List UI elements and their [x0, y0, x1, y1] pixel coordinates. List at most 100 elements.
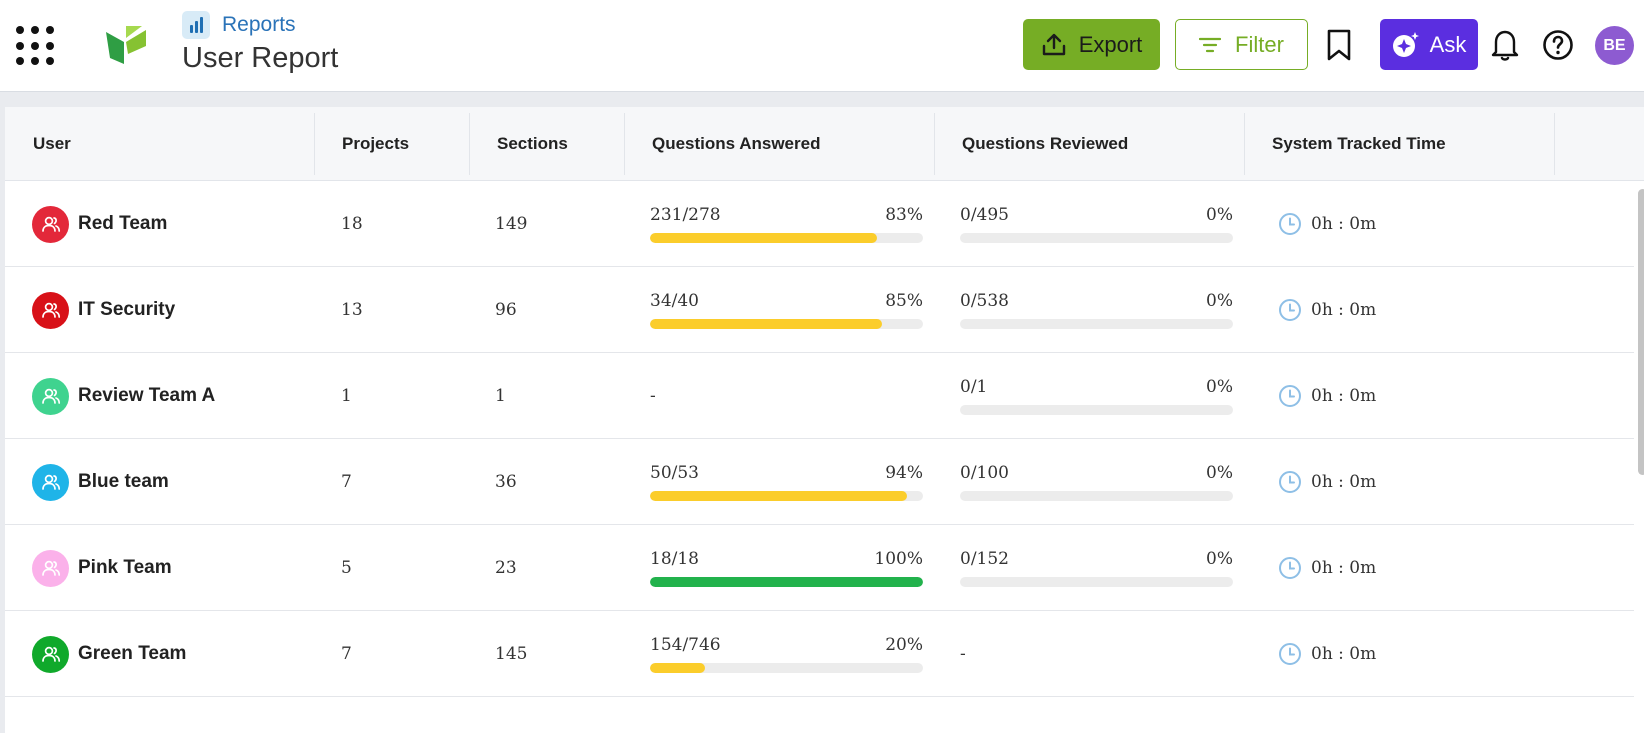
tracked-time-value: 0h : 0m [1311, 300, 1377, 320]
team-avatar [32, 635, 69, 673]
progress-percent: 0% [1206, 377, 1233, 397]
clock-icon [1279, 557, 1301, 579]
upload-icon [1042, 33, 1065, 55]
user-cell[interactable]: Red Team [32, 181, 167, 267]
user-name: Red Team [78, 213, 168, 234]
answered-progress: 231/278 83% [650, 181, 923, 267]
progress-bar-fill [650, 319, 883, 329]
table-row[interactable]: Pink Team 5 23 18/18 100% 0/152 0% 0h : 0m [5, 525, 1634, 611]
progress-bar [650, 319, 923, 329]
clock-icon [1279, 299, 1301, 321]
scrollbar-thumb[interactable] [1638, 189, 1644, 475]
answered-progress: 34/40 85% [650, 267, 923, 353]
tracked-time: 0h : 0m [1278, 611, 1376, 697]
team-avatar [32, 205, 69, 243]
user-name: Green Team [78, 643, 187, 664]
progress-bar [960, 491, 1233, 501]
users-icon [41, 388, 60, 404]
reviewed-progress: 0/538 0% [960, 267, 1233, 353]
sections-value: 1 [495, 386, 506, 406]
progress-bar [960, 577, 1233, 587]
table-row[interactable]: Review Team A 1 1 - 0/1 0% 0h : 0m [5, 353, 1634, 439]
column-header-questions-answered[interactable]: Questions Answered [624, 107, 934, 181]
table-row[interactable]: IT Security 13 96 34/40 85% 0/538 0% 0h : 0m [5, 267, 1634, 353]
progress-count: 0/152 [960, 549, 1009, 569]
bookmark-icon[interactable] [1325, 28, 1353, 62]
users-icon [41, 560, 60, 576]
vertical-scrollbar[interactable] [1636, 181, 1644, 733]
progress-count: 154/746 [650, 635, 721, 655]
table-row[interactable]: Green Team 7 145 154/746 20% - 0h : 0m [5, 611, 1634, 697]
clock-icon [1279, 643, 1301, 665]
reviewed-progress: 0/495 0% [960, 181, 1233, 267]
breadcrumb-reports[interactable]: Reports [222, 13, 296, 37]
user-cell[interactable]: Blue team [32, 439, 169, 525]
answered-progress: 50/53 94% [650, 439, 923, 525]
filter-button[interactable]: Filter [1175, 19, 1308, 70]
progress-percent: 94% [885, 463, 923, 483]
empty-value: - [960, 644, 966, 664]
progress-percent: 100% [874, 549, 923, 569]
team-avatar [32, 377, 69, 415]
progress-bar [650, 577, 923, 587]
user-cell[interactable]: Green Team [32, 611, 186, 697]
user-report-table: User Projects Sections Questions Answere… [5, 107, 1644, 733]
sparkle-icon [1392, 31, 1419, 57]
breadcrumb[interactable]: Reports [182, 10, 296, 40]
sections-value: 23 [495, 558, 517, 578]
filter-label: Filter [1235, 31, 1284, 57]
tracked-time-value: 0h : 0m [1311, 214, 1377, 234]
logo[interactable] [104, 24, 148, 66]
column-header-system-tracked-time[interactable]: System Tracked Time [1244, 107, 1554, 181]
filter-icon [1199, 37, 1222, 52]
ask-button[interactable]: Ask [1380, 19, 1478, 70]
progress-count: 231/278 [650, 205, 721, 225]
export-button[interactable]: Export [1023, 19, 1160, 70]
table-row[interactable]: Red Team 18 149 231/278 83% 0/495 0% 0h : 0m [5, 181, 1634, 267]
projects-value: 13 [341, 300, 363, 320]
tracked-time-value: 0h : 0m [1311, 558, 1377, 578]
progress-percent: 20% [885, 635, 923, 655]
progress-bar-fill [650, 663, 705, 673]
user-cell[interactable]: Pink Team [32, 525, 172, 611]
projects-value: 7 [341, 472, 352, 492]
reviewed-progress: 0/1 0% [960, 353, 1233, 439]
column-divider[interactable] [1554, 113, 1555, 175]
tracked-time: 0h : 0m [1278, 267, 1376, 353]
progress-bar [650, 663, 923, 673]
user-name: Pink Team [78, 557, 172, 578]
progress-bar [650, 491, 923, 501]
progress-count: 0/538 [960, 291, 1009, 311]
user-name: IT Security [78, 299, 176, 320]
bar-chart-icon [182, 11, 210, 39]
progress-bar-fill [650, 491, 907, 501]
tracked-time: 0h : 0m [1278, 439, 1376, 525]
team-avatar [32, 549, 69, 587]
column-header-questions-reviewed[interactable]: Questions Reviewed [934, 107, 1244, 181]
progress-count: 34/40 [650, 291, 699, 311]
projects-value: 1 [341, 386, 352, 406]
export-label: Export [1078, 31, 1143, 57]
help-icon[interactable] [1542, 29, 1574, 61]
column-header-projects[interactable]: Projects [314, 107, 469, 181]
progress-count: 18/18 [650, 549, 699, 569]
column-header-sections[interactable]: Sections [469, 107, 624, 181]
user-cell[interactable]: IT Security [32, 267, 175, 353]
progress-percent: 0% [1206, 205, 1233, 225]
clock-icon [1279, 385, 1301, 407]
users-icon [41, 216, 60, 232]
bell-icon[interactable] [1490, 28, 1520, 62]
progress-bar-fill [650, 233, 877, 243]
user-avatar[interactable]: BE [1595, 26, 1634, 65]
user-cell[interactable]: Review Team A [32, 353, 215, 439]
column-header-user[interactable]: User [5, 107, 314, 181]
table-row[interactable]: Blue team 7 36 50/53 94% 0/100 0% 0h : 0m [5, 439, 1634, 525]
tracked-time-value: 0h : 0m [1311, 386, 1377, 406]
progress-bar [960, 233, 1233, 243]
team-avatar [32, 291, 69, 329]
app-launcher-icon[interactable] [16, 26, 56, 66]
user-name: Blue team [78, 471, 169, 492]
progress-count: 50/53 [650, 463, 699, 483]
tracked-time: 0h : 0m [1278, 353, 1376, 439]
clock-icon [1279, 471, 1301, 493]
